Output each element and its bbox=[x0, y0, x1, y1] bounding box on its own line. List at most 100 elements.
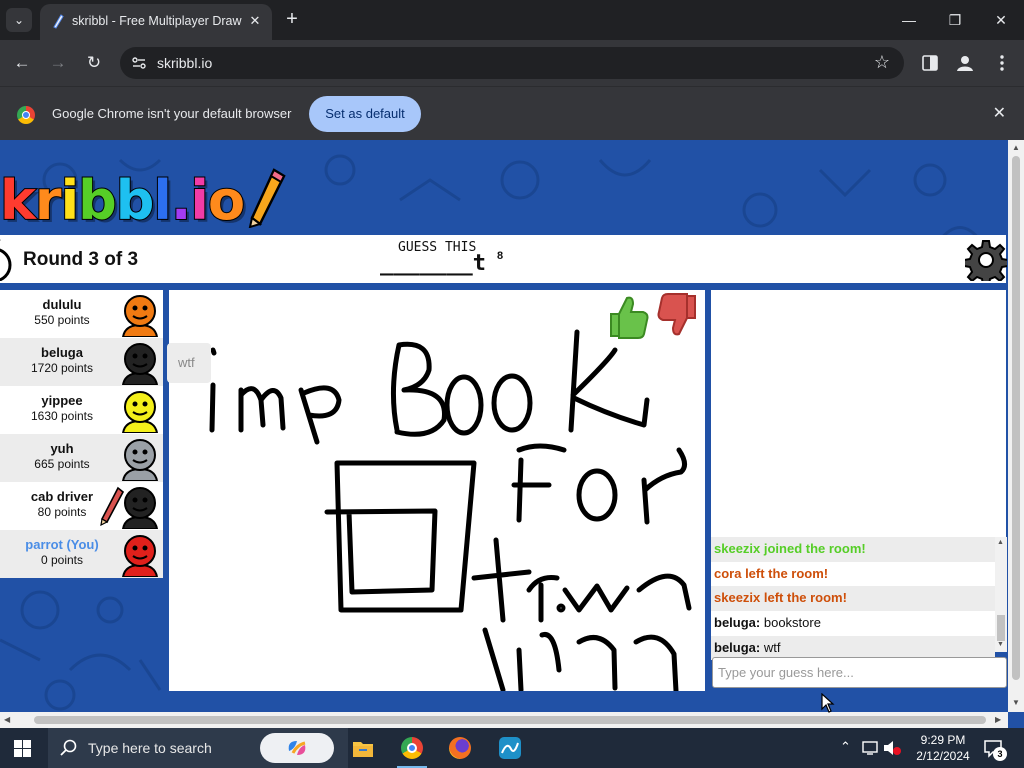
network-icon[interactable] bbox=[862, 740, 880, 756]
firefox-icon bbox=[449, 737, 471, 759]
tab-close-icon[interactable]: ✕ bbox=[246, 12, 264, 30]
new-tab-button[interactable]: + bbox=[280, 8, 304, 32]
page-horizontal-scrollbar[interactable]: ◀ ▶ bbox=[0, 712, 1008, 728]
horizontal-scroll-thumb[interactable] bbox=[34, 716, 986, 724]
round-indicator: Round 3 of 3 bbox=[23, 249, 139, 270]
volume-muted-icon[interactable] bbox=[883, 740, 901, 756]
back-button[interactable]: ← bbox=[10, 51, 34, 75]
skribbl-favicon-icon bbox=[53, 14, 64, 29]
player-name: beluga bbox=[41, 345, 83, 360]
chat-text: bookstore bbox=[763, 615, 821, 631]
player-points: 550 points bbox=[34, 313, 90, 327]
player-name: yuh bbox=[50, 441, 74, 456]
site-info-icon[interactable] bbox=[130, 54, 148, 72]
player-avatar bbox=[121, 295, 159, 337]
guess-input[interactable] bbox=[712, 657, 1007, 688]
chat-author[interactable]: beluga: bbox=[714, 640, 760, 655]
copilot-icon bbox=[288, 741, 306, 755]
player-avatar bbox=[121, 439, 159, 481]
show-hidden-icons[interactable]: ⌃ bbox=[840, 739, 851, 755]
reload-button[interactable]: ↻ bbox=[82, 51, 106, 75]
wave-app-icon bbox=[499, 737, 521, 759]
copilot-button[interactable] bbox=[260, 733, 334, 763]
chrome-app[interactable] bbox=[389, 728, 435, 768]
forward-button[interactable]: → bbox=[46, 51, 70, 75]
player-row[interactable]: dululu 550 points bbox=[0, 290, 163, 338]
browser-toolbar: ← → ↻ skribbl.io ☆ bbox=[0, 40, 1024, 86]
player-avatar bbox=[121, 535, 159, 577]
clock-date: 2/12/2024 bbox=[916, 749, 970, 763]
clock-avatar-icon bbox=[0, 239, 12, 281]
chrome-menu-icon[interactable] bbox=[991, 52, 1013, 74]
player-row[interactable]: yuh 665 points bbox=[0, 434, 163, 482]
infobar-message: Google Chrome isn't your default browser bbox=[52, 106, 292, 121]
chat-text: wtf bbox=[763, 639, 781, 655]
notification-count-badge: 3 bbox=[993, 747, 1007, 761]
chat-message: skeezix left the room! bbox=[711, 586, 995, 612]
player-list: dululu 550 points beluga 1720 points yippee 1… bbox=[0, 290, 163, 578]
scroll-right-icon[interactable]: ▶ bbox=[995, 715, 1001, 724]
default-browser-infobar: Google Chrome isn't your default browser… bbox=[0, 86, 1024, 140]
drawing-pencil-icon bbox=[100, 486, 124, 526]
player-row[interactable]: cab driver 80 points bbox=[0, 482, 163, 530]
file-explorer-app[interactable] bbox=[340, 728, 386, 768]
page-vertical-scrollbar[interactable]: ▲ ▼ bbox=[1008, 140, 1024, 712]
word-length: 8 bbox=[497, 250, 504, 262]
chrome-logo-icon bbox=[17, 106, 35, 124]
browser-tab-skribbl[interactable]: skribbl - Free Multiplayer Drawing & Gue… bbox=[40, 4, 272, 40]
thumbs-up-icon[interactable] bbox=[607, 292, 651, 340]
player-points: 0 points bbox=[40, 553, 84, 567]
windows-taskbar: Type here to search ⌃ 9:29 PM 2/12/2024 … bbox=[0, 728, 1024, 768]
player-row[interactable]: beluga 1720 points bbox=[0, 338, 163, 386]
side-panel-icon[interactable] bbox=[919, 52, 941, 74]
chat-author[interactable]: beluga: bbox=[714, 615, 760, 630]
set-default-button[interactable]: Set as default bbox=[309, 96, 421, 132]
infobar-close-icon[interactable]: ✕ bbox=[993, 103, 1006, 123]
windows-start-icon[interactable] bbox=[14, 740, 31, 757]
restore-button[interactable]: ❐ bbox=[932, 0, 978, 40]
search-icon bbox=[60, 739, 77, 756]
settings-gear-icon[interactable] bbox=[965, 239, 1007, 281]
scroll-up-icon[interactable]: ▲ bbox=[1012, 143, 1020, 152]
system-clock[interactable]: 9:29 PM 2/12/2024 bbox=[905, 732, 981, 764]
bookmark-star-icon[interactable]: ☆ bbox=[874, 52, 890, 73]
app-launcher[interactable] bbox=[487, 728, 533, 768]
profile-icon[interactable] bbox=[954, 52, 976, 74]
player-points: 1630 points bbox=[30, 409, 94, 423]
chrome-taskbar-icon bbox=[401, 737, 423, 759]
chat-scroll-down-icon[interactable]: ▼ bbox=[997, 641, 1004, 648]
thumbs-down-icon[interactable] bbox=[655, 292, 699, 340]
chat-message: beluga: bookstore bbox=[711, 611, 995, 636]
close-window-button[interactable]: ✕ bbox=[978, 0, 1024, 40]
taskbar-search[interactable]: Type here to search bbox=[48, 728, 348, 768]
player-name: parrot (You) bbox=[25, 537, 99, 552]
chat-scroll-thumb[interactable] bbox=[997, 615, 1005, 641]
player-row[interactable]: yippee 1630 points bbox=[0, 386, 163, 434]
firefox-app[interactable] bbox=[437, 728, 483, 768]
scroll-left-icon[interactable]: ◀ bbox=[4, 715, 10, 724]
tab-search-button[interactable]: ⌄ bbox=[6, 8, 32, 32]
player-points: 665 points bbox=[34, 457, 90, 471]
canvas-drawing bbox=[209, 329, 692, 691]
game-header-bar: Round 3 of 3 GUESS THIS _______t 8 bbox=[0, 235, 1007, 283]
logo-letters: kribbl.io bbox=[0, 168, 246, 233]
player-avatar bbox=[121, 343, 159, 385]
skribbl-logo[interactable]: kribbl.io bbox=[0, 162, 300, 240]
scroll-down-icon[interactable]: ▼ bbox=[1012, 698, 1020, 707]
browser-tabbar: ⌄ skribbl - Free Multiplayer Drawing & G… bbox=[0, 0, 1024, 40]
chat-messages: skeezix joined the room! cora left the ro… bbox=[711, 537, 995, 661]
page-viewport: kribbl.io Round 3 of 3 GUESS THIS ______… bbox=[0, 140, 1024, 728]
chat-scrollbar[interactable]: ▲ ▼ bbox=[995, 537, 1007, 652]
vertical-scroll-thumb[interactable] bbox=[1012, 156, 1020, 680]
player-row[interactable]: parrot (You) 0 points bbox=[0, 530, 163, 578]
player-name: yippee bbox=[41, 393, 83, 408]
minimize-button[interactable]: — bbox=[886, 0, 932, 40]
url-text: skribbl.io bbox=[157, 55, 213, 71]
address-bar[interactable]: skribbl.io ☆ bbox=[120, 47, 904, 79]
chat-panel bbox=[711, 290, 1006, 538]
clock-time: 9:29 PM bbox=[920, 733, 966, 747]
folder-icon bbox=[353, 742, 373, 757]
drawing-canvas[interactable] bbox=[169, 290, 705, 691]
chat-scroll-up-icon[interactable]: ▲ bbox=[997, 539, 1004, 546]
word-hint: _______t bbox=[380, 251, 486, 276]
